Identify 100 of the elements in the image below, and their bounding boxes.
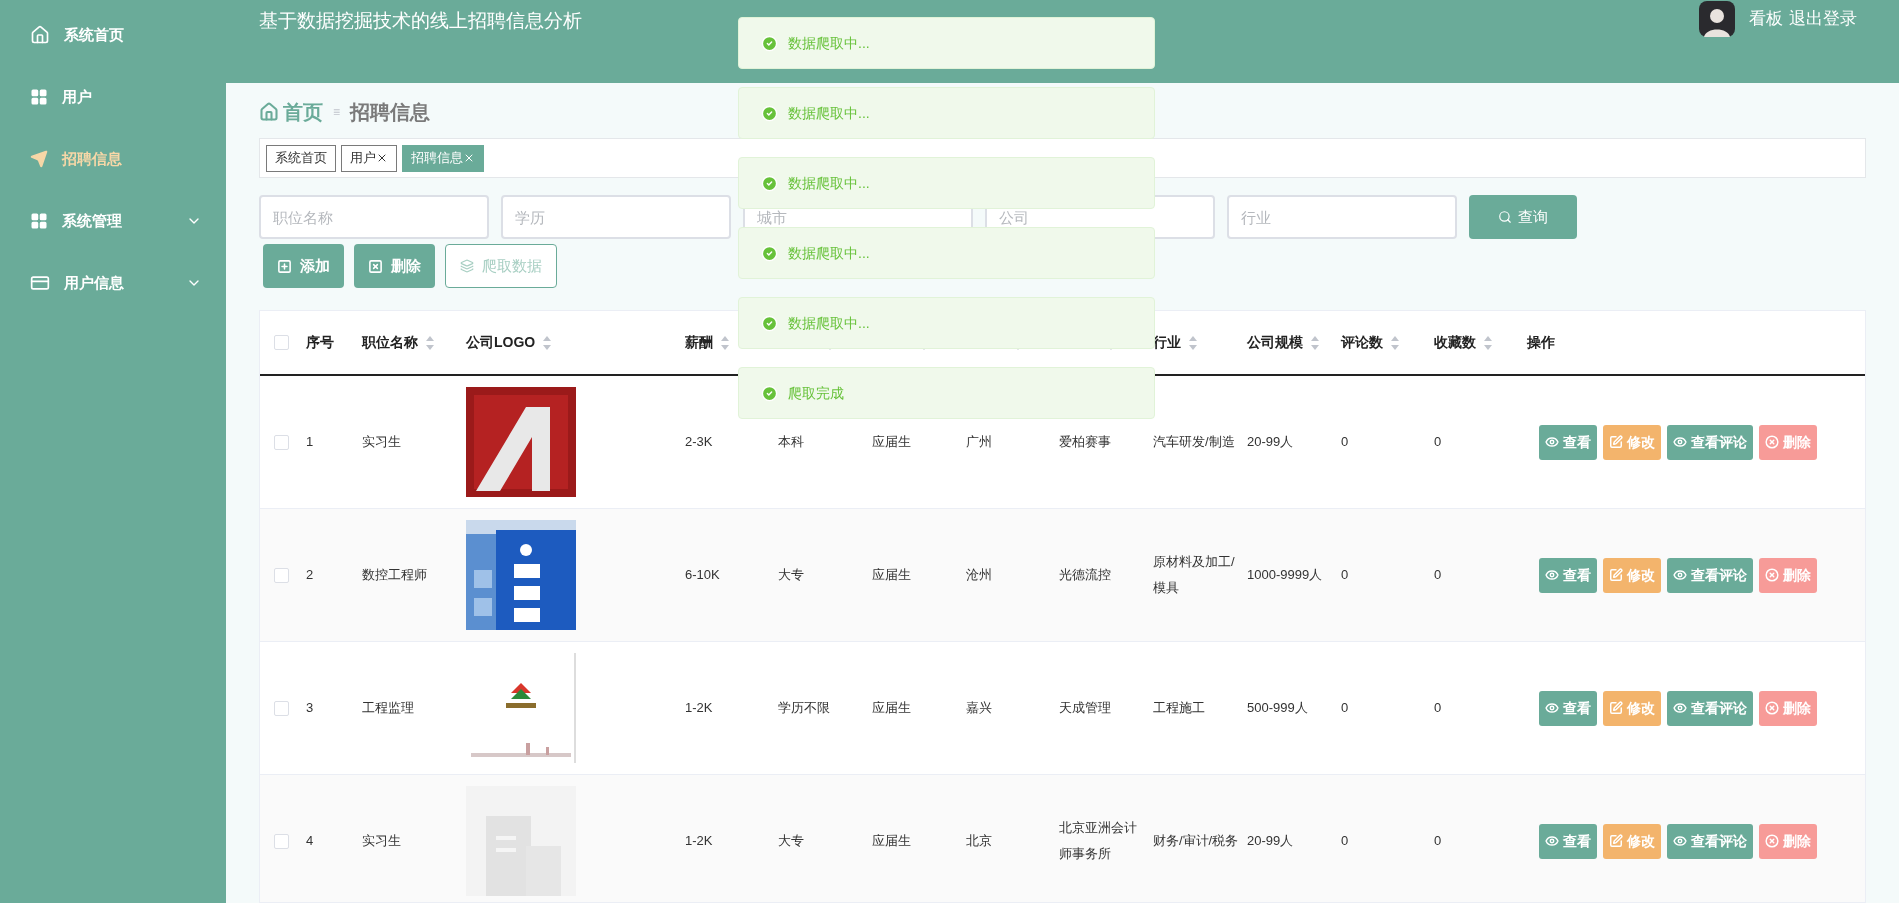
search-field[interactable]: 行业: [1227, 195, 1457, 239]
edit-button[interactable]: 修改: [1603, 424, 1661, 460]
success-icon: [761, 34, 778, 52]
breadcrumb-link[interactable]: 首页: [283, 96, 323, 127]
edit-icon: [1609, 834, 1623, 848]
view-button[interactable]: 查看: [1539, 424, 1597, 460]
sort-icon[interactable]: [543, 335, 552, 350]
table-cell-text: 爱柏赛事: [1059, 433, 1112, 451]
edit-button[interactable]: 修改: [1603, 690, 1661, 726]
tag[interactable]: 用户: [341, 144, 397, 172]
eye-icon: [1545, 701, 1559, 715]
table-cell-text: 财务/审计/税务: [1153, 832, 1239, 850]
checkbox[interactable]: [273, 434, 289, 450]
sidebar-item[interactable]: 招聘信息: [0, 128, 226, 190]
crawl-button[interactable]: 爬取数据: [445, 244, 557, 288]
delete-button[interactable]: 删除: [354, 244, 435, 288]
table-cell-text: 实习生: [362, 832, 402, 850]
close-circle-icon: [1765, 701, 1779, 715]
view-button[interactable]: 查看评论: [1667, 557, 1753, 593]
status-toast: 数据爬取中...: [738, 87, 1155, 139]
eye-icon: [1673, 568, 1687, 582]
sort-icon[interactable]: [1189, 335, 1197, 350]
table-cell-text: 0: [1341, 566, 1350, 584]
table-cell-text: 20-99人: [1247, 433, 1295, 451]
sort-icon[interactable]: [721, 335, 729, 350]
sidebar-item[interactable]: 用户信息: [0, 252, 226, 314]
column-header: 公司LOGO: [466, 333, 536, 352]
column-header: 公司规模: [1247, 333, 1303, 352]
table-cell-text: 2-3K: [685, 433, 714, 451]
table-cell-text: 工程施工: [1153, 699, 1206, 717]
table-cell-text: 应届生: [872, 699, 912, 717]
table-cell-text: 数控工程师: [362, 566, 428, 584]
column-header: 序号: [306, 333, 334, 352]
table-cell-text: 4: [306, 832, 315, 850]
success-icon: [761, 314, 778, 332]
view-button[interactable]: 查看: [1539, 690, 1597, 726]
delete-button[interactable]: 删除: [1759, 823, 1817, 859]
edit-button[interactable]: 修改: [1603, 823, 1661, 859]
table-cell-text: 应届生: [872, 832, 912, 850]
layers-icon: [460, 259, 474, 273]
close-circle-icon: [1765, 834, 1779, 848]
view-button[interactable]: 查看评论: [1667, 690, 1753, 726]
tag[interactable]: 系统首页: [266, 144, 336, 172]
checkbox[interactable]: [273, 335, 289, 350]
table-cell-text: 工程监理: [362, 699, 415, 717]
delete-button[interactable]: 删除: [1759, 557, 1817, 593]
sidebar-item[interactable]: 用户: [0, 66, 226, 128]
checkbox[interactable]: [273, 833, 289, 849]
add-icon: [277, 258, 292, 274]
view-button[interactable]: 查看: [1539, 557, 1597, 593]
tag[interactable]: 招聘信息: [402, 144, 484, 172]
breadcrumb-separator: ≡: [333, 103, 340, 121]
table-cell-text: 汽车研发/制造: [1153, 433, 1236, 451]
edit-button[interactable]: 修改: [1603, 557, 1661, 593]
table-cell-text: 本科: [778, 433, 805, 451]
view-button[interactable]: 查看评论: [1667, 424, 1753, 460]
eye-icon: [1673, 435, 1687, 449]
sidebar-item[interactable]: 系统首页: [0, 4, 226, 66]
delete-button[interactable]: 删除: [1759, 424, 1817, 460]
sort-icon[interactable]: [426, 335, 434, 350]
column-header: 收藏数: [1434, 333, 1476, 352]
header-link[interactable]: 看板: [1749, 6, 1783, 32]
header-link[interactable]: 退出登录: [1789, 6, 1857, 32]
eye-icon: [1673, 701, 1687, 715]
breadcrumb-current: 招聘信息: [350, 99, 430, 125]
search-field[interactable]: 职位名称: [259, 195, 489, 239]
table-cell-text: 2: [306, 566, 315, 584]
table-cell-text: 嘉兴: [966, 699, 993, 717]
sort-icon[interactable]: [1484, 335, 1492, 350]
view-button[interactable]: 查看: [1539, 823, 1597, 859]
success-icon: [761, 384, 778, 402]
checkbox[interactable]: [273, 700, 289, 716]
add-button[interactable]: 添加: [263, 244, 344, 288]
sidebar-item[interactable]: 系统管理: [0, 190, 226, 252]
card-icon: [30, 273, 50, 293]
table-cell-text: 0: [1341, 699, 1350, 717]
success-icon: [761, 174, 778, 192]
table-cell-text: 0: [1434, 699, 1443, 717]
grid-icon: [30, 212, 48, 230]
status-toast: 爬取完成: [738, 367, 1155, 419]
close-icon[interactable]: [376, 152, 388, 164]
sort-icon[interactable]: [1391, 335, 1399, 350]
delete-button[interactable]: 删除: [1759, 690, 1817, 726]
status-toast: 数据爬取中...: [738, 17, 1155, 69]
table-cell-text: 北京: [966, 832, 993, 850]
search-field[interactable]: 学历: [501, 195, 731, 239]
column-header: 评论数: [1341, 333, 1383, 352]
success-icon: [761, 244, 778, 262]
eye-icon: [1673, 834, 1687, 848]
table-cell-text: 光德流控: [1059, 566, 1112, 584]
checkbox[interactable]: [273, 567, 289, 583]
table-cell-text: 0: [1434, 433, 1443, 451]
edit-icon: [1609, 568, 1623, 582]
view-button[interactable]: 查看评论: [1667, 823, 1753, 859]
sort-icon[interactable]: [1311, 335, 1319, 350]
search-button[interactable]: 查询: [1469, 195, 1577, 239]
close-circle-icon: [1765, 568, 1779, 582]
grid-icon: [30, 88, 48, 106]
delete-icon: [368, 258, 383, 274]
table-cell-text: 学历不限: [778, 699, 831, 717]
